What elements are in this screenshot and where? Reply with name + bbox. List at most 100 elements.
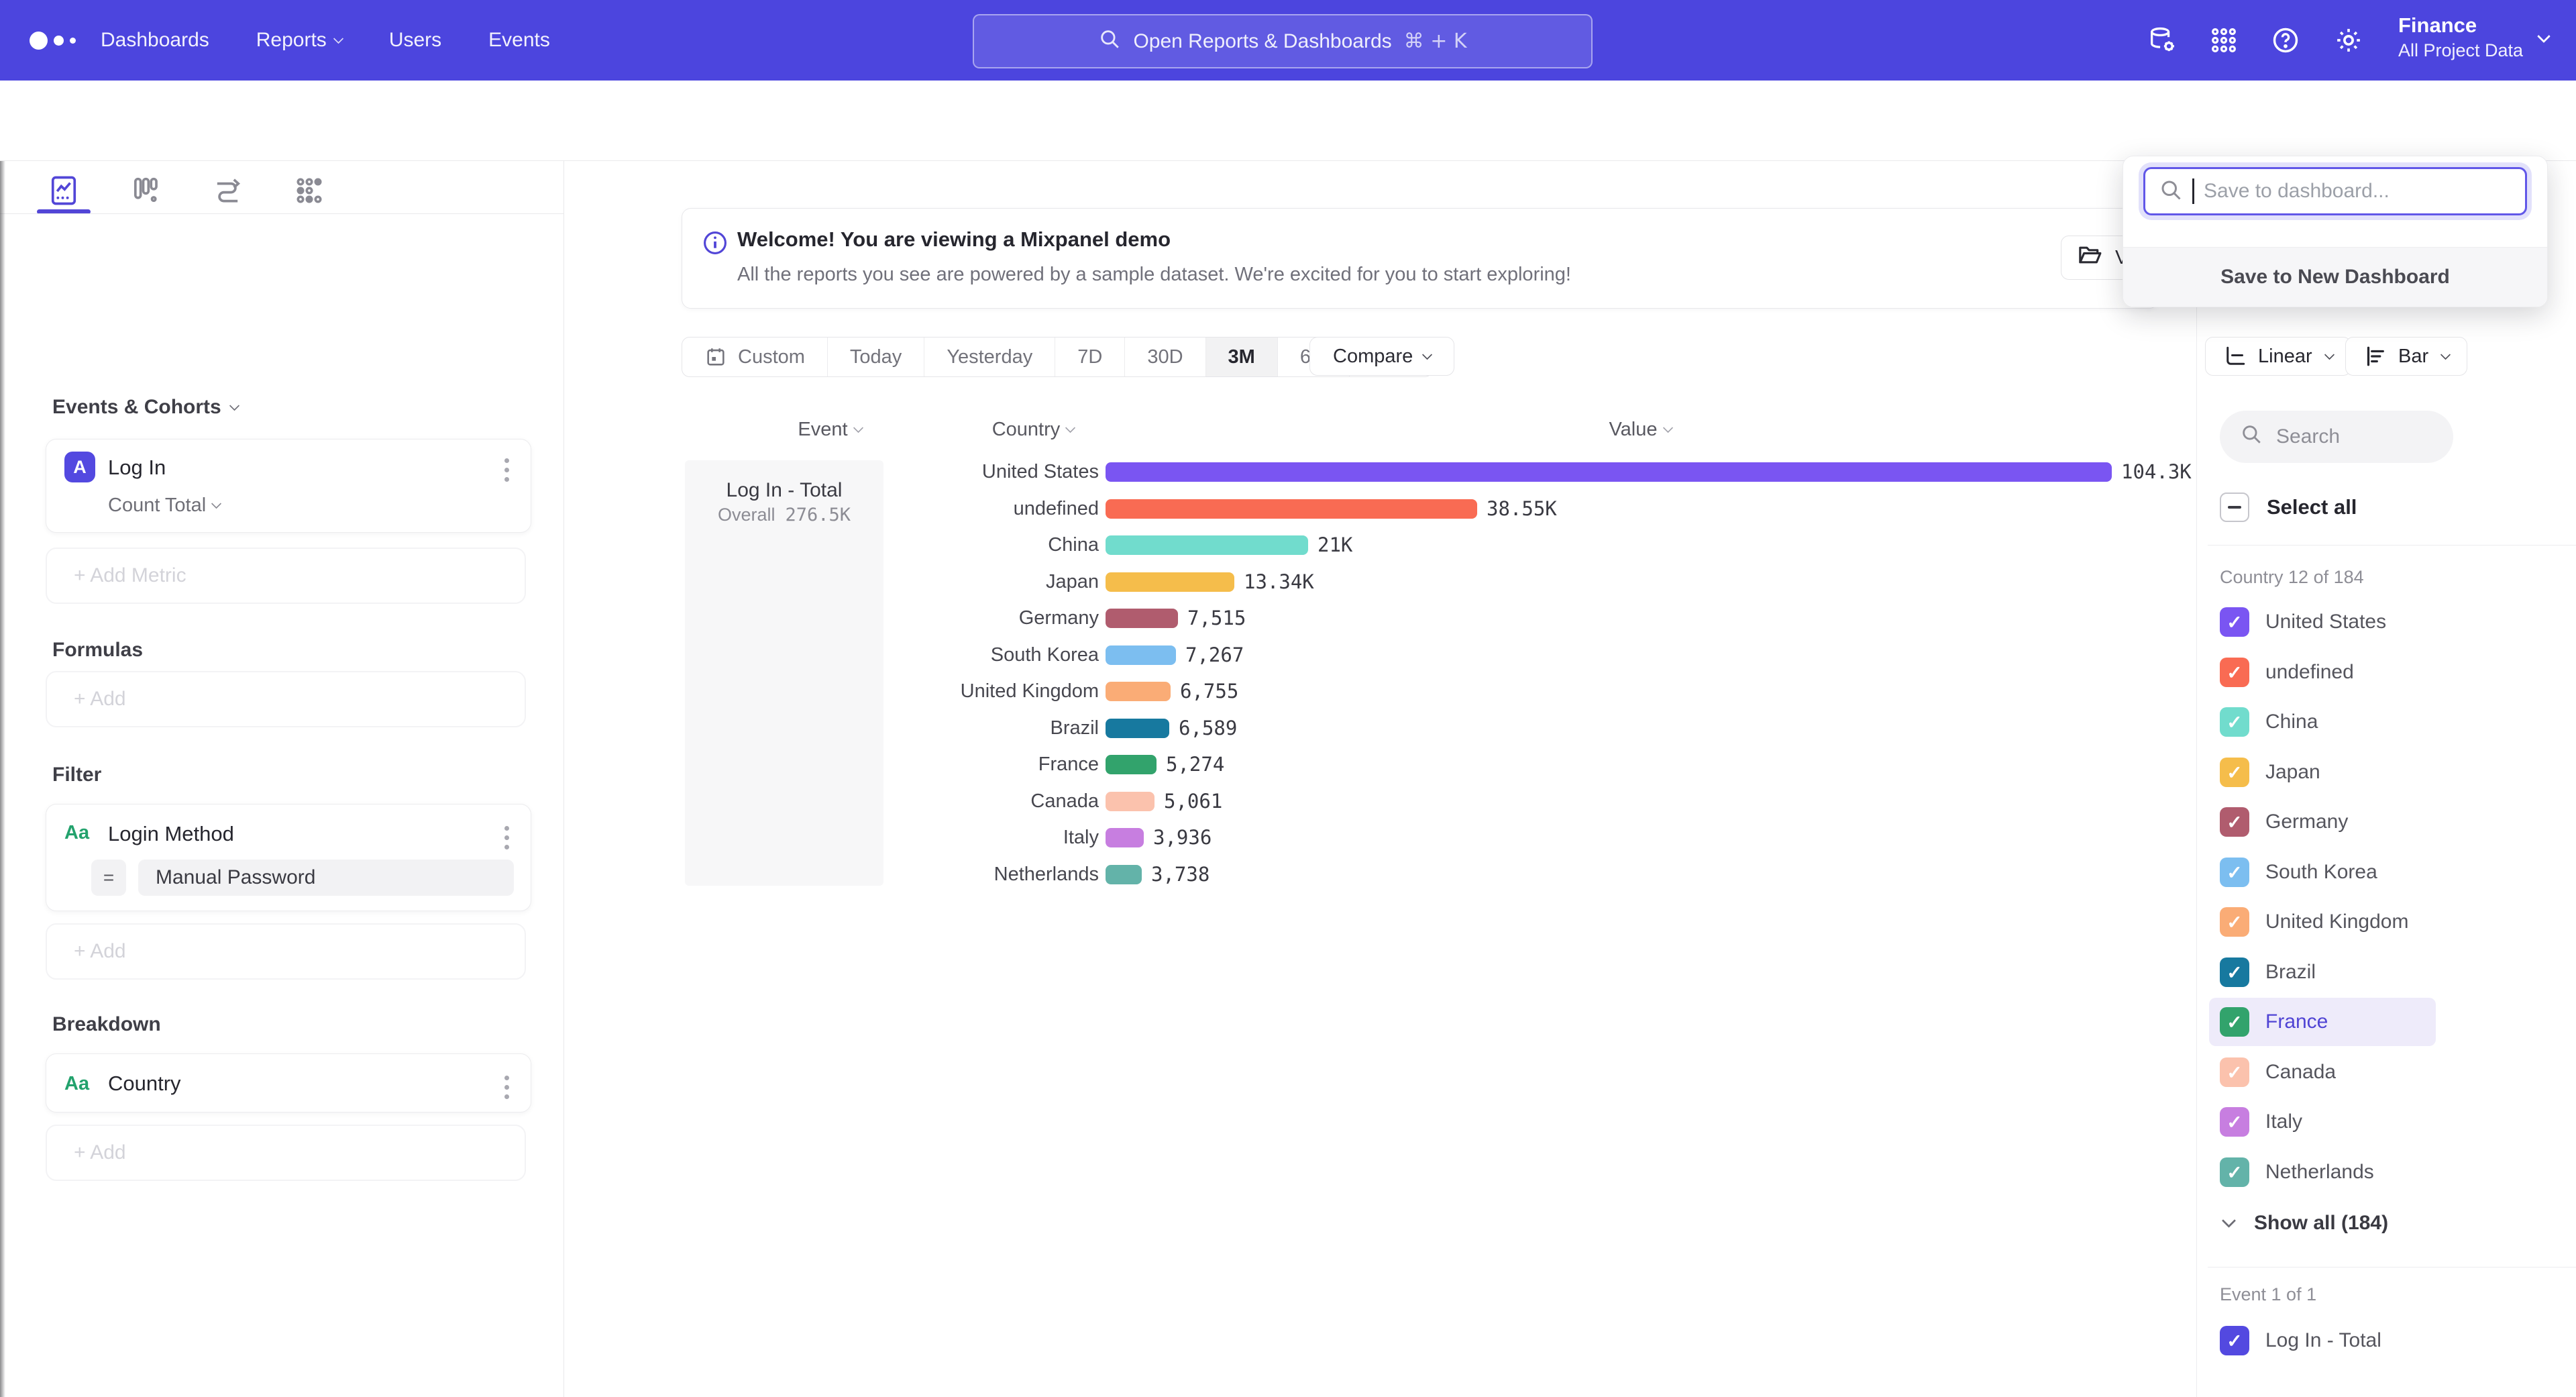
- date-range-yesterday[interactable]: Yesterday: [924, 338, 1055, 376]
- bar-value-label: 104.3K: [2121, 460, 2192, 483]
- apps-grid-icon[interactable]: [2208, 25, 2239, 56]
- country-filter-france[interactable]: ✓France: [2209, 998, 2436, 1046]
- country-filter-united-states[interactable]: ✓United States: [2209, 598, 2436, 646]
- tab-flows[interactable]: [201, 169, 254, 212]
- country-filter-united-kingdom[interactable]: ✓United Kingdom: [2209, 898, 2436, 946]
- nav-item-users[interactable]: Users: [389, 29, 441, 52]
- country-filter-label: China: [2265, 711, 2318, 733]
- series-search-input[interactable]: Search: [2220, 411, 2453, 463]
- bar-germany[interactable]: [1106, 609, 1178, 628]
- country-column-header[interactable]: Country: [956, 419, 1110, 441]
- compare-button[interactable]: Compare: [1309, 337, 1454, 376]
- select-all-checkbox[interactable]: Select all: [2220, 493, 2357, 522]
- project-name: Finance: [2398, 12, 2523, 39]
- bar-france[interactable]: [1106, 755, 1157, 774]
- save-to-dashboard-input[interactable]: Save to dashboard...: [2143, 167, 2527, 215]
- chart-row-canada: Canada5,061: [0, 791, 2187, 811]
- bar-value-label: 5,274: [1166, 753, 1224, 776]
- nav-item-label: Events: [488, 29, 550, 52]
- tab-insights[interactable]: [37, 169, 91, 212]
- panel-divider: [2208, 545, 2576, 546]
- event-column-header[interactable]: Event: [753, 419, 907, 441]
- chart-row-united-kingdom: United Kingdom6,755: [0, 681, 2187, 701]
- bar-brazil[interactable]: [1106, 719, 1169, 738]
- bar-south-korea[interactable]: [1106, 645, 1176, 665]
- project-selector[interactable]: Finance All Project Data: [2398, 12, 2523, 62]
- chart-type-selector[interactable]: Bar: [2345, 337, 2467, 376]
- country-filter-label: United States: [2265, 611, 2386, 633]
- country-filter-germany[interactable]: ✓Germany: [2209, 798, 2436, 846]
- bar-category-label: United Kingdom: [0, 680, 1099, 703]
- nav-item-dashboards[interactable]: Dashboards: [101, 29, 209, 52]
- text-cursor: [2192, 178, 2194, 204]
- date-range-label: Yesterday: [947, 346, 1032, 368]
- chevron-down-icon: [333, 33, 344, 44]
- bar-category-label: Netherlands: [0, 864, 1099, 886]
- chevron-down-icon: [2440, 349, 2451, 360]
- date-range-custom[interactable]: Custom: [682, 338, 828, 376]
- value-scale-selector[interactable]: Linear: [2205, 337, 2351, 376]
- country-filter-italy[interactable]: ✓Italy: [2209, 1098, 2436, 1146]
- bar-japan[interactable]: [1106, 572, 1234, 592]
- chart-row-undefined: undefined38.55K: [0, 499, 2187, 519]
- bar-value-label: 6,589: [1179, 717, 1237, 739]
- tab-retention[interactable]: [282, 169, 336, 212]
- view-button-label: Linear: [2258, 346, 2312, 368]
- nav-item-reports[interactable]: Reports: [256, 29, 342, 52]
- banner-title: Welcome! You are viewing a Mixpanel demo: [737, 227, 1171, 252]
- country-filter-japan[interactable]: ✓Japan: [2209, 748, 2436, 796]
- breakdown-property[interactable]: Country: [108, 1072, 181, 1096]
- tabs-divider: [0, 213, 564, 214]
- info-icon: [701, 229, 729, 260]
- data-management-icon[interactable]: [2147, 25, 2178, 56]
- nav-item-events[interactable]: Events: [488, 29, 550, 52]
- date-range-7d[interactable]: 7D: [1055, 338, 1125, 376]
- bar-italy[interactable]: [1106, 828, 1144, 847]
- country-filter-label: South Korea: [2265, 861, 2377, 884]
- global-search-button[interactable]: Open Reports & Dashboards ⌘ + K: [973, 14, 1593, 68]
- property-type-badge: Aa: [64, 1073, 89, 1095]
- help-icon[interactable]: [2270, 25, 2301, 56]
- bar-united-kingdom[interactable]: [1106, 682, 1171, 701]
- bar-category-label: South Korea: [0, 644, 1099, 666]
- date-range-30d[interactable]: 30D: [1125, 338, 1205, 376]
- country-filter-south-korea[interactable]: ✓South Korea: [2209, 848, 2436, 896]
- bar-category-label: Brazil: [0, 717, 1099, 739]
- country-filter-brazil[interactable]: ✓Brazil: [2209, 948, 2436, 996]
- show-all-toggle[interactable]: Show all (184): [2224, 1205, 2388, 1241]
- search-placeholder: Search: [2276, 425, 2340, 448]
- breakdown-card-country[interactable]: Aa Country: [46, 1053, 531, 1113]
- events-cohorts-heading[interactable]: Events & Cohorts: [52, 396, 238, 419]
- breakdown-kebab-menu[interactable]: [500, 1072, 513, 1103]
- save-to-new-dashboard-button[interactable]: Save to New Dashboard: [2123, 247, 2547, 307]
- country-filter-china[interactable]: ✓China: [2209, 698, 2436, 746]
- chart-row-brazil: Brazil 6,589: [0, 718, 2187, 738]
- chart-row-france: France5,274: [0, 754, 2187, 774]
- bar-netherlands[interactable]: [1106, 865, 1142, 884]
- mixpanel-logo[interactable]: [30, 27, 90, 54]
- add-breakdown-button[interactable]: + Add: [46, 1125, 526, 1181]
- project-chevron-down-icon[interactable]: [2537, 30, 2551, 43]
- country-filter-label: Japan: [2265, 761, 2320, 784]
- bar-undefined[interactable]: [1106, 499, 1477, 519]
- bar-china[interactable]: [1106, 535, 1308, 555]
- country-filter-canada[interactable]: ✓Canada: [2209, 1048, 2436, 1096]
- country-filter-undefined[interactable]: ✓undefined: [2209, 648, 2436, 696]
- country-count-label: Country 12 of 184: [2220, 567, 2364, 588]
- settings-gear-icon[interactable]: [2333, 25, 2364, 56]
- date-range-label: 30D: [1147, 346, 1183, 368]
- value-column-header[interactable]: Value: [1563, 419, 1717, 441]
- bar-category-label: United States: [0, 461, 1099, 483]
- date-range-today[interactable]: Today: [828, 338, 924, 376]
- bar-value-label: 5,061: [1164, 790, 1222, 813]
- bar-united-states[interactable]: [1106, 462, 2112, 482]
- add-filter-button[interactable]: + Add: [46, 923, 526, 980]
- bar-canada[interactable]: [1106, 792, 1155, 811]
- checked-checkbox-icon: ✓: [2220, 1326, 2249, 1355]
- tab-funnels[interactable]: [119, 169, 172, 212]
- event-series-checkbox[interactable]: ✓ Log In - Total: [2220, 1326, 2381, 1355]
- country-filter-netherlands[interactable]: ✓Netherlands: [2209, 1148, 2436, 1196]
- project-scope: All Project Data: [2398, 39, 2523, 62]
- bar-value-label: 7,515: [1187, 607, 1246, 629]
- date-range-3m[interactable]: 3M: [1206, 338, 1278, 376]
